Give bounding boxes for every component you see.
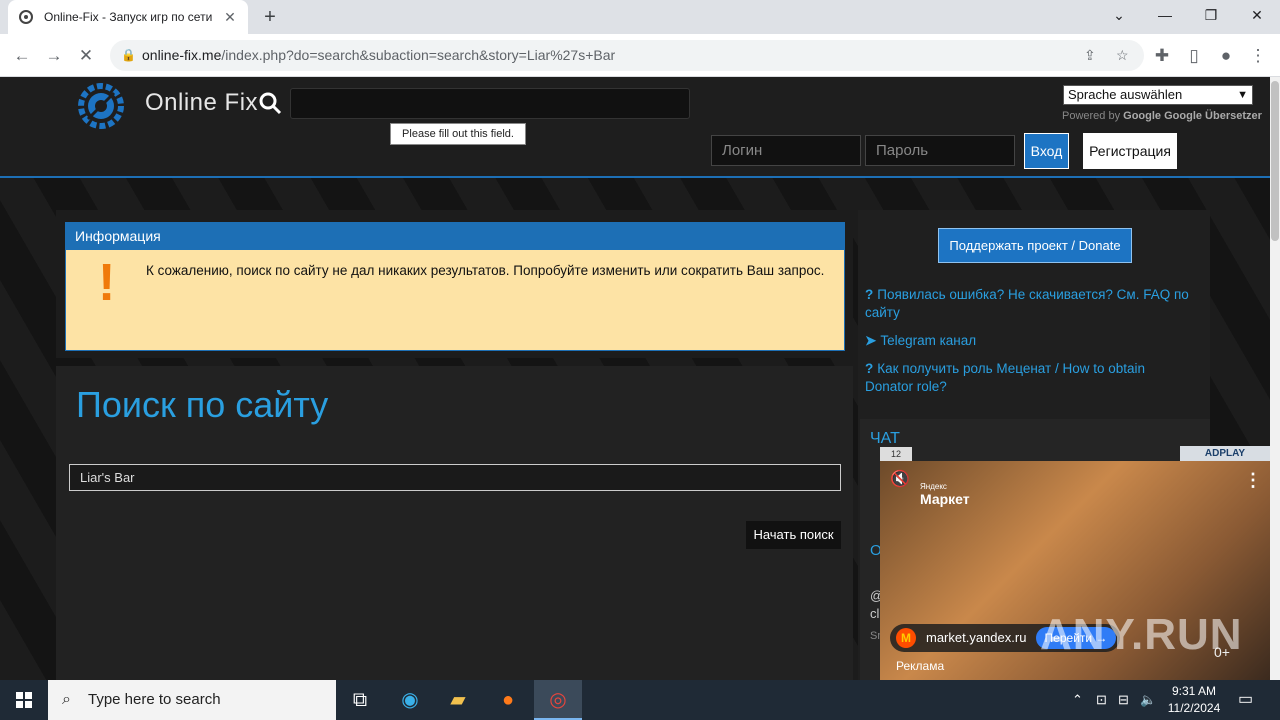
- sidebar-link-telegram[interactable]: ➤ Telegram канал: [865, 332, 1195, 350]
- task-view-icon[interactable]: ⧉: [336, 680, 384, 720]
- powered-by-google: Powered by Google Google Übersetzer: [1062, 110, 1262, 122]
- sidebar-link-label: Появилась ошибка? Не скачивается? См. FA…: [865, 287, 1189, 320]
- powered-by-label: Powered by: [1062, 110, 1121, 122]
- site-logo-gear-icon[interactable]: [76, 81, 126, 131]
- start-search-button[interactable]: Начать поиск: [746, 521, 841, 549]
- telegram-icon: ➤: [865, 333, 877, 348]
- address-bar[interactable]: 🔒 online-fix.me/index.php?do=search&suba…: [110, 40, 1144, 71]
- search-icon[interactable]: [258, 91, 282, 115]
- language-select[interactable]: Sprache auswählen ▼: [1063, 85, 1253, 105]
- ad-more-icon[interactable]: ⋮: [1244, 470, 1262, 491]
- chrome-menu-icon[interactable]: ⋮: [1244, 42, 1272, 70]
- firefox-icon[interactable]: ●: [484, 680, 532, 720]
- question-icon: ?: [865, 287, 874, 302]
- browser-toolbar: ← → ✕ 🔒 online-fix.me/index.php?do=searc…: [0, 34, 1280, 77]
- profile-avatar-icon[interactable]: ●: [1212, 42, 1240, 70]
- adplay-badge[interactable]: ADPLAY: [1180, 446, 1270, 461]
- share-icon[interactable]: ⇪: [1084, 40, 1096, 71]
- ad-domain: market.yandex.ru: [926, 630, 1027, 645]
- minimize-button[interactable]: —: [1142, 0, 1188, 30]
- windows-start-icon[interactable]: [0, 680, 48, 720]
- tab-strip: Online-Fix - Запуск игр по сети ✕ + ⌄ — …: [0, 0, 1280, 34]
- search-icon: ⌕: [62, 691, 71, 708]
- forward-button[interactable]: →: [40, 42, 68, 70]
- google-translate-link[interactable]: Google Übersetzer: [1164, 110, 1262, 122]
- taskbar-search-placeholder: Type here to search: [88, 691, 221, 708]
- sidebar-link-label: Как получить роль Меценат / How to obtai…: [865, 361, 1145, 394]
- file-explorer-icon[interactable]: ▰: [434, 680, 482, 720]
- tray-chevron-up-icon[interactable]: ⌃: [1072, 680, 1083, 720]
- anyrun-watermark: ANY.RUN: [1040, 610, 1243, 659]
- donate-button[interactable]: Поддержать проект / Donate: [938, 228, 1132, 263]
- site-name[interactable]: Online Fix: [145, 89, 258, 117]
- login-button[interactable]: Вход: [1024, 133, 1069, 169]
- info-box: Информация ! К сожалению, поиск по сайту…: [65, 222, 845, 351]
- edge-icon[interactable]: ◉: [386, 680, 434, 720]
- password-field[interactable]: Пароль: [865, 135, 1015, 166]
- new-tab-button[interactable]: +: [258, 6, 282, 28]
- search-query-input[interactable]: Liar's Bar: [69, 464, 841, 491]
- notification-icon[interactable]: ▭: [1238, 680, 1253, 720]
- clock-date: 11/2/2024: [1167, 701, 1221, 715]
- tab-close-icon[interactable]: ✕: [222, 9, 238, 26]
- ad-brand-name: Маркет: [920, 491, 970, 507]
- google-logo: Google: [1123, 110, 1162, 122]
- login-field[interactable]: Логин: [711, 135, 861, 166]
- sidebar-snippet-cl: cl: [870, 606, 880, 621]
- tab-title: Online-Fix - Запуск игр по сети: [44, 10, 213, 24]
- validation-tooltip: Please fill out this field.: [390, 123, 526, 145]
- muted-speaker-icon[interactable]: 🔇: [890, 469, 910, 489]
- windows-taskbar: ⌕ Type here to search ⧉ ◉ ▰ ● ◎ ⌃ ⊡ ⊟ 🔈 …: [0, 680, 1280, 720]
- url-host: online-fix.me: [142, 47, 222, 63]
- url-path: /index.php?do=search&subaction=search&st…: [221, 47, 616, 63]
- register-button[interactable]: Регистрация: [1083, 133, 1177, 169]
- info-message: К сожалению, поиск по сайту не дал никак…: [146, 263, 825, 278]
- restore-button[interactable]: ❐: [1188, 0, 1234, 30]
- ad-counter: 12: [880, 447, 912, 461]
- bookmark-star-icon[interactable]: ☆: [1116, 40, 1129, 71]
- lock-icon: 🔒: [121, 48, 136, 62]
- page-scrollbar[interactable]: [1270, 77, 1280, 680]
- question-icon: ?: [865, 361, 874, 376]
- sidebar-link-faq[interactable]: ? Появилась ошибка? Не скачивается? См. F…: [865, 286, 1195, 322]
- scrollbar-thumb[interactable]: [1271, 81, 1279, 241]
- yandex-market-icon: M: [896, 628, 916, 648]
- volume-icon[interactable]: 🔈: [1140, 680, 1156, 720]
- site-favicon-icon: [19, 10, 33, 24]
- stop-button[interactable]: ✕: [72, 42, 100, 70]
- site-search-input[interactable]: [290, 88, 690, 119]
- browser-tab[interactable]: Online-Fix - Запуск игр по сети ✕: [8, 0, 248, 34]
- taskbar-search-box[interactable]: ⌕ Type here to search: [48, 680, 336, 720]
- search-title: Поиск по сайту: [76, 384, 329, 425]
- language-select-value: Sprache auswählen: [1068, 87, 1183, 102]
- warning-icon: !: [98, 254, 116, 312]
- sidebar-link-donator-role[interactable]: ? Как получить роль Меценат / How to obta…: [865, 360, 1195, 396]
- ad-brand-small: Яндекс: [920, 482, 947, 491]
- chrome-icon[interactable]: ◎: [534, 680, 582, 720]
- taskbar-clock[interactable]: 9:31 AM 11/2/2024: [1160, 683, 1228, 717]
- chat-title: ЧАТ: [870, 430, 900, 447]
- side-panel-icon[interactable]: ▯: [1180, 42, 1208, 70]
- ad-brand-logo: Яндекс Маркет: [920, 482, 970, 507]
- site-header: Online Fix Please fill out this field. S…: [0, 77, 1270, 178]
- sidebar-link-label: Telegram канал: [880, 333, 977, 348]
- network-icon[interactable]: ⊡: [1096, 680, 1107, 720]
- chevron-down-icon: ▼: [1237, 89, 1248, 101]
- tab-search-chevron-icon[interactable]: ⌄: [1096, 0, 1142, 30]
- info-heading: Информация: [66, 223, 844, 250]
- close-window-button[interactable]: ✕: [1234, 0, 1280, 30]
- clock-time: 9:31 AM: [1171, 684, 1217, 698]
- back-button[interactable]: ←: [8, 42, 36, 70]
- ad-label: Реклама: [896, 659, 945, 673]
- wifi-icon[interactable]: ⊟: [1118, 680, 1129, 720]
- extensions-icon[interactable]: ✚: [1148, 42, 1176, 70]
